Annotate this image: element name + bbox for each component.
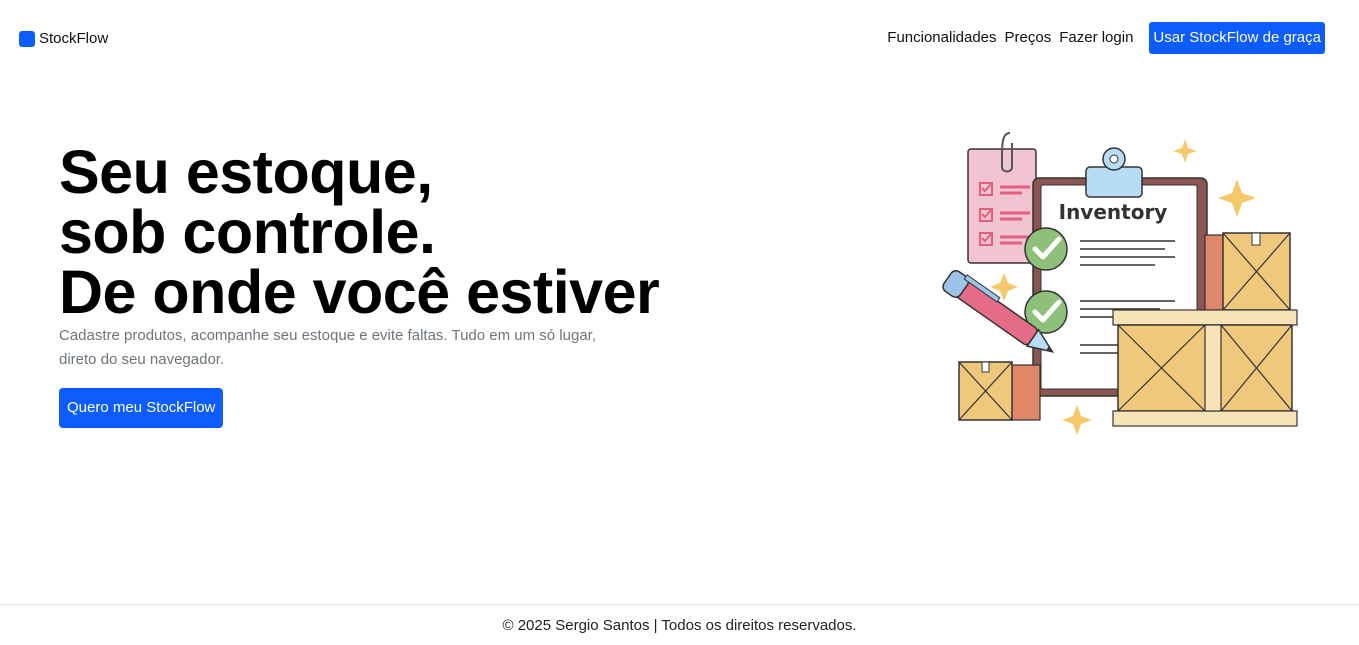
hero-subtitle: Cadastre produtos, acompanhe seu estoque…	[59, 327, 596, 368]
hero-title: Seu estoque, sob controle. De onde você …	[59, 138, 679, 326]
navbar: StockFlow Funcionalidades Preços Fazer l…	[0, 0, 1359, 76]
nav-cta-button[interactable]: Usar StockFlow de graça	[1149, 22, 1325, 54]
hero-title-line-3: De onde você estiver	[59, 258, 660, 326]
inventory-illustration: Inventory	[940, 125, 1305, 445]
sparkle-icon	[1218, 179, 1256, 217]
nav-link-precos[interactable]: Preços	[1005, 22, 1052, 54]
logo-square-icon	[19, 30, 35, 47]
hero-title-line-2: sob controle.	[59, 198, 436, 266]
hero-title-line-1: Seu estoque,	[59, 138, 433, 206]
hero-section: Seu estoque, sob controle. De onde você …	[59, 142, 679, 428]
clipboard-title: Inventory	[1059, 200, 1168, 224]
brand-name: StockFlow	[39, 30, 109, 47]
hero-cta-button[interactable]: Quero meu StockFlow	[59, 388, 224, 428]
nav-link-funcionalidades[interactable]: Funcionalidades	[887, 22, 996, 54]
footer: © 2025 Sergio Santos | Todos os direitos…	[0, 604, 1359, 645]
nav-links: Funcionalidades Preços Fazer login Usar …	[887, 22, 1325, 54]
sparkle-icon	[1062, 405, 1092, 435]
sparkle-icon	[1173, 139, 1197, 163]
footer-copyright: © 2025 Sergio Santos | Todos os direitos…	[502, 617, 857, 634]
brand-logo-link[interactable]: StockFlow	[19, 30, 108, 47]
nav-link-login[interactable]: Fazer login	[1059, 22, 1133, 54]
